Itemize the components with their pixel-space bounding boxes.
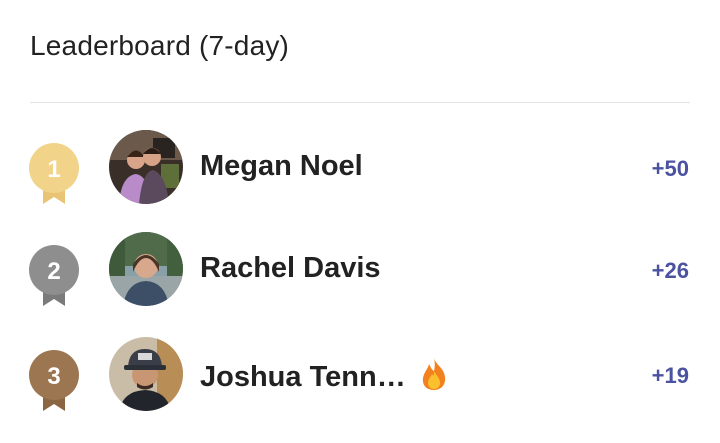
leader-score: +19 bbox=[651, 363, 689, 388]
gold-medal-icon: 1 bbox=[29, 143, 79, 204]
avatar[interactable] bbox=[109, 337, 183, 411]
leader-name[interactable]: Rachel Davis bbox=[200, 252, 381, 285]
leader-score: +26 bbox=[651, 258, 689, 283]
bronze-medal-icon: 3 bbox=[29, 350, 79, 411]
rank-number: 2 bbox=[47, 258, 60, 285]
leaderboard-row[interactable]: 3 Joshua Tenn… +19 bbox=[0, 337, 720, 417]
leader-name-text: Joshua Tenn… bbox=[200, 361, 406, 393]
leader-name[interactable]: Joshua Tenn… bbox=[200, 357, 450, 394]
leaderboard-title: Leaderboard (7-day) bbox=[30, 30, 290, 61]
avatar[interactable] bbox=[109, 130, 183, 204]
divider bbox=[30, 102, 690, 103]
avatar[interactable] bbox=[109, 232, 183, 306]
fire-icon bbox=[422, 358, 445, 390]
leaderboard-row[interactable]: 1 Megan Noel +50 bbox=[0, 130, 720, 210]
silver-medal-icon: 2 bbox=[29, 245, 79, 306]
leader-name[interactable]: Megan Noel bbox=[200, 150, 363, 183]
leader-score: +50 bbox=[651, 156, 689, 181]
rank-number: 3 bbox=[47, 363, 60, 390]
rank-number: 1 bbox=[47, 156, 60, 183]
leaderboard-row[interactable]: 2 Rachel Davis +26 bbox=[0, 232, 720, 312]
